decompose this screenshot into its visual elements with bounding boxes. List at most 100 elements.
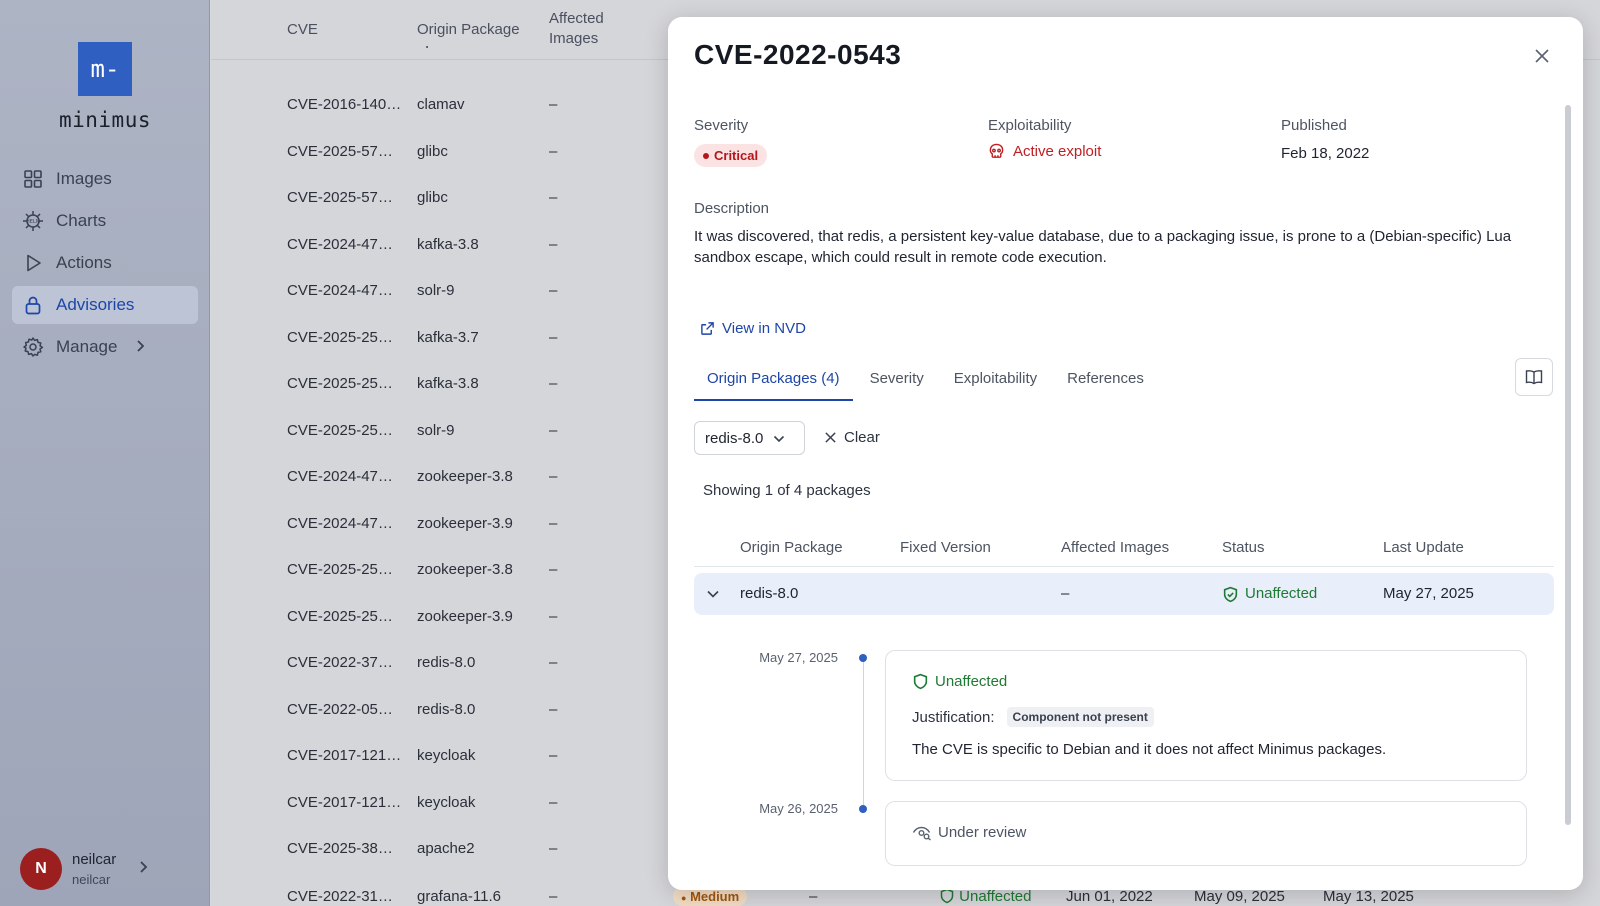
close-button[interactable] [1531,45,1553,67]
package-cell: keycloak [417,793,476,811]
cve-cell: CVE-2025-25… [287,328,393,346]
close-icon [825,432,836,443]
affected-cell: – [549,328,558,346]
user-names: neilcar neilcar [72,851,116,887]
column-header-origin-package[interactable]: Origin Package [417,20,520,40]
column-header-cve[interactable]: CVE [287,20,318,40]
tab-severity[interactable]: Severity [857,357,937,401]
severity-badge: Critical [694,144,768,167]
column-header-origin-package[interactable]: Origin Package [740,539,843,556]
sidebar-item-charts[interactable]: HELM Charts [12,202,198,240]
exploitability-text: Active exploit [1013,143,1102,160]
cve-cell: CVE-2007-04… [287,46,393,60]
package-cell: kafka-3.7 [417,328,479,346]
column-header-affected-images[interactable]: Affected Images [1061,539,1169,556]
card-status-label: Unaffected [935,673,1008,690]
column-header-affected-images[interactable]: Affected Images [549,9,604,49]
affected-cell: – [549,189,558,206]
sidebar-item-label: Charts [56,211,107,230]
affected-cell: – [549,282,558,299]
card-status: Under review [912,824,1026,841]
sidebar-nav: Images HELM Charts Actions Advisories Ma… [12,160,198,370]
package-cell: solr-9 [417,421,455,439]
card-status-label: Under review [938,824,1027,841]
severity-badge-label: Medium [690,889,740,904]
sidebar-item-images[interactable]: Images [12,160,198,198]
cve-cell: CVE-2022-37… [287,654,393,671]
cve-cell: CVE-2025-25… [287,421,393,439]
logo-mark: m- [78,42,132,96]
affected-cell: – [549,793,558,811]
description-label: Description [694,200,770,217]
tab-exploitability[interactable]: Exploitability [941,357,1050,401]
column-header-fixed-version[interactable]: Fixed Version [900,539,991,556]
description-text: It was discovered, that redis, a persist… [694,228,1512,266]
chevron-right-icon [135,339,145,356]
modal-title: CVE-2022-0543 [694,39,902,70]
chevron-down-icon [707,590,719,598]
exploitability-value: Active exploit [988,143,1101,160]
justification-label: Justification: [912,708,995,726]
package-cell: apache2 [417,46,475,60]
sidebar-item-advisories[interactable]: Advisories [12,286,198,324]
affected-cell: – [549,96,558,113]
package-cell: redis-8.0 [740,585,799,602]
docs-button[interactable] [1515,358,1553,396]
package-cell: keycloak [417,747,476,764]
package-filter-select[interactable]: redis-8.0 [694,421,805,455]
package-row[interactable]: redis-8.0 – Unaffected May 27, 2025 [694,573,1554,615]
sidebar-item-manage[interactable]: Manage [12,328,198,366]
cve-cell: CVE-2025-57… [287,189,393,206]
package-cell: glibc [417,189,448,206]
collapse-toggle[interactable] [706,573,720,615]
affected-cell: – [549,468,558,485]
affected-cell: – [549,375,558,392]
package-cell: clamav [417,96,465,113]
affected-images-cell: – [1061,585,1070,602]
skull-icon [989,143,1004,158]
timeline-date: May 26, 2025 [759,801,838,816]
affected-cell: – [549,747,558,764]
last-update-cell: May 27, 2025 [1383,585,1474,602]
package-table-header: Origin Package Fixed Version Affected Im… [694,529,1554,567]
affected-cell: – [549,700,558,718]
package-cell: zookeeper-3.8 [417,561,513,578]
sidebar-item-actions[interactable]: Actions [12,244,198,282]
severity-dot [703,152,709,159]
clear-filter-button[interactable]: Clear [824,429,880,446]
avatar: N [20,848,62,890]
select-value: redis-8.0 [705,429,764,447]
tab-references[interactable]: References [1054,357,1157,401]
timeline-card-unaffected: Unaffected Justification: Component not … [885,650,1527,781]
status-unaffected: Unaffected [1222,573,1317,615]
modal-scrollbar[interactable] [1565,105,1571,825]
cve-cell: CVE-2025-57… [287,142,393,160]
cve-cell: CVE-2024-47… [287,514,393,532]
cve-cell: CVE-2017-121… [287,747,402,764]
affected-cell: – [549,840,558,857]
justification-row: Justification: Component not present [912,707,1154,727]
helm-icon: HELM [22,210,44,232]
affected-cell: – [549,514,558,532]
play-icon [22,252,44,274]
tab-origin-packages[interactable]: Origin Packages (4) [694,357,853,401]
card-status: Unaffected [912,673,1007,690]
shield-check-icon [1223,586,1238,602]
view-in-nvd-link[interactable]: View in NVD [700,320,806,337]
status-label: Unaffected [959,888,1032,905]
helm-label: HELM [26,219,40,225]
clear-label: Clear [844,429,880,446]
cve-cell: CVE-2025-38… [287,840,393,857]
timeline-card-under-review: Under review [885,801,1527,866]
status-cell: Unaffected [1222,573,1317,615]
package-cell: kafka-3.8 [417,375,479,392]
column-header-last-update[interactable]: Last Update [1383,539,1464,556]
column-header-status[interactable]: Status [1222,539,1265,556]
timeline-dot [859,654,867,662]
package-cell: zookeeper-3.9 [417,607,513,625]
cve-cell: CVE-2025-25… [287,375,393,392]
affected-cell: – [549,888,558,905]
user-menu[interactable]: N neilcar neilcar [20,848,148,890]
column-header-line: Affected [549,10,604,27]
affected-cell: – [549,235,558,253]
